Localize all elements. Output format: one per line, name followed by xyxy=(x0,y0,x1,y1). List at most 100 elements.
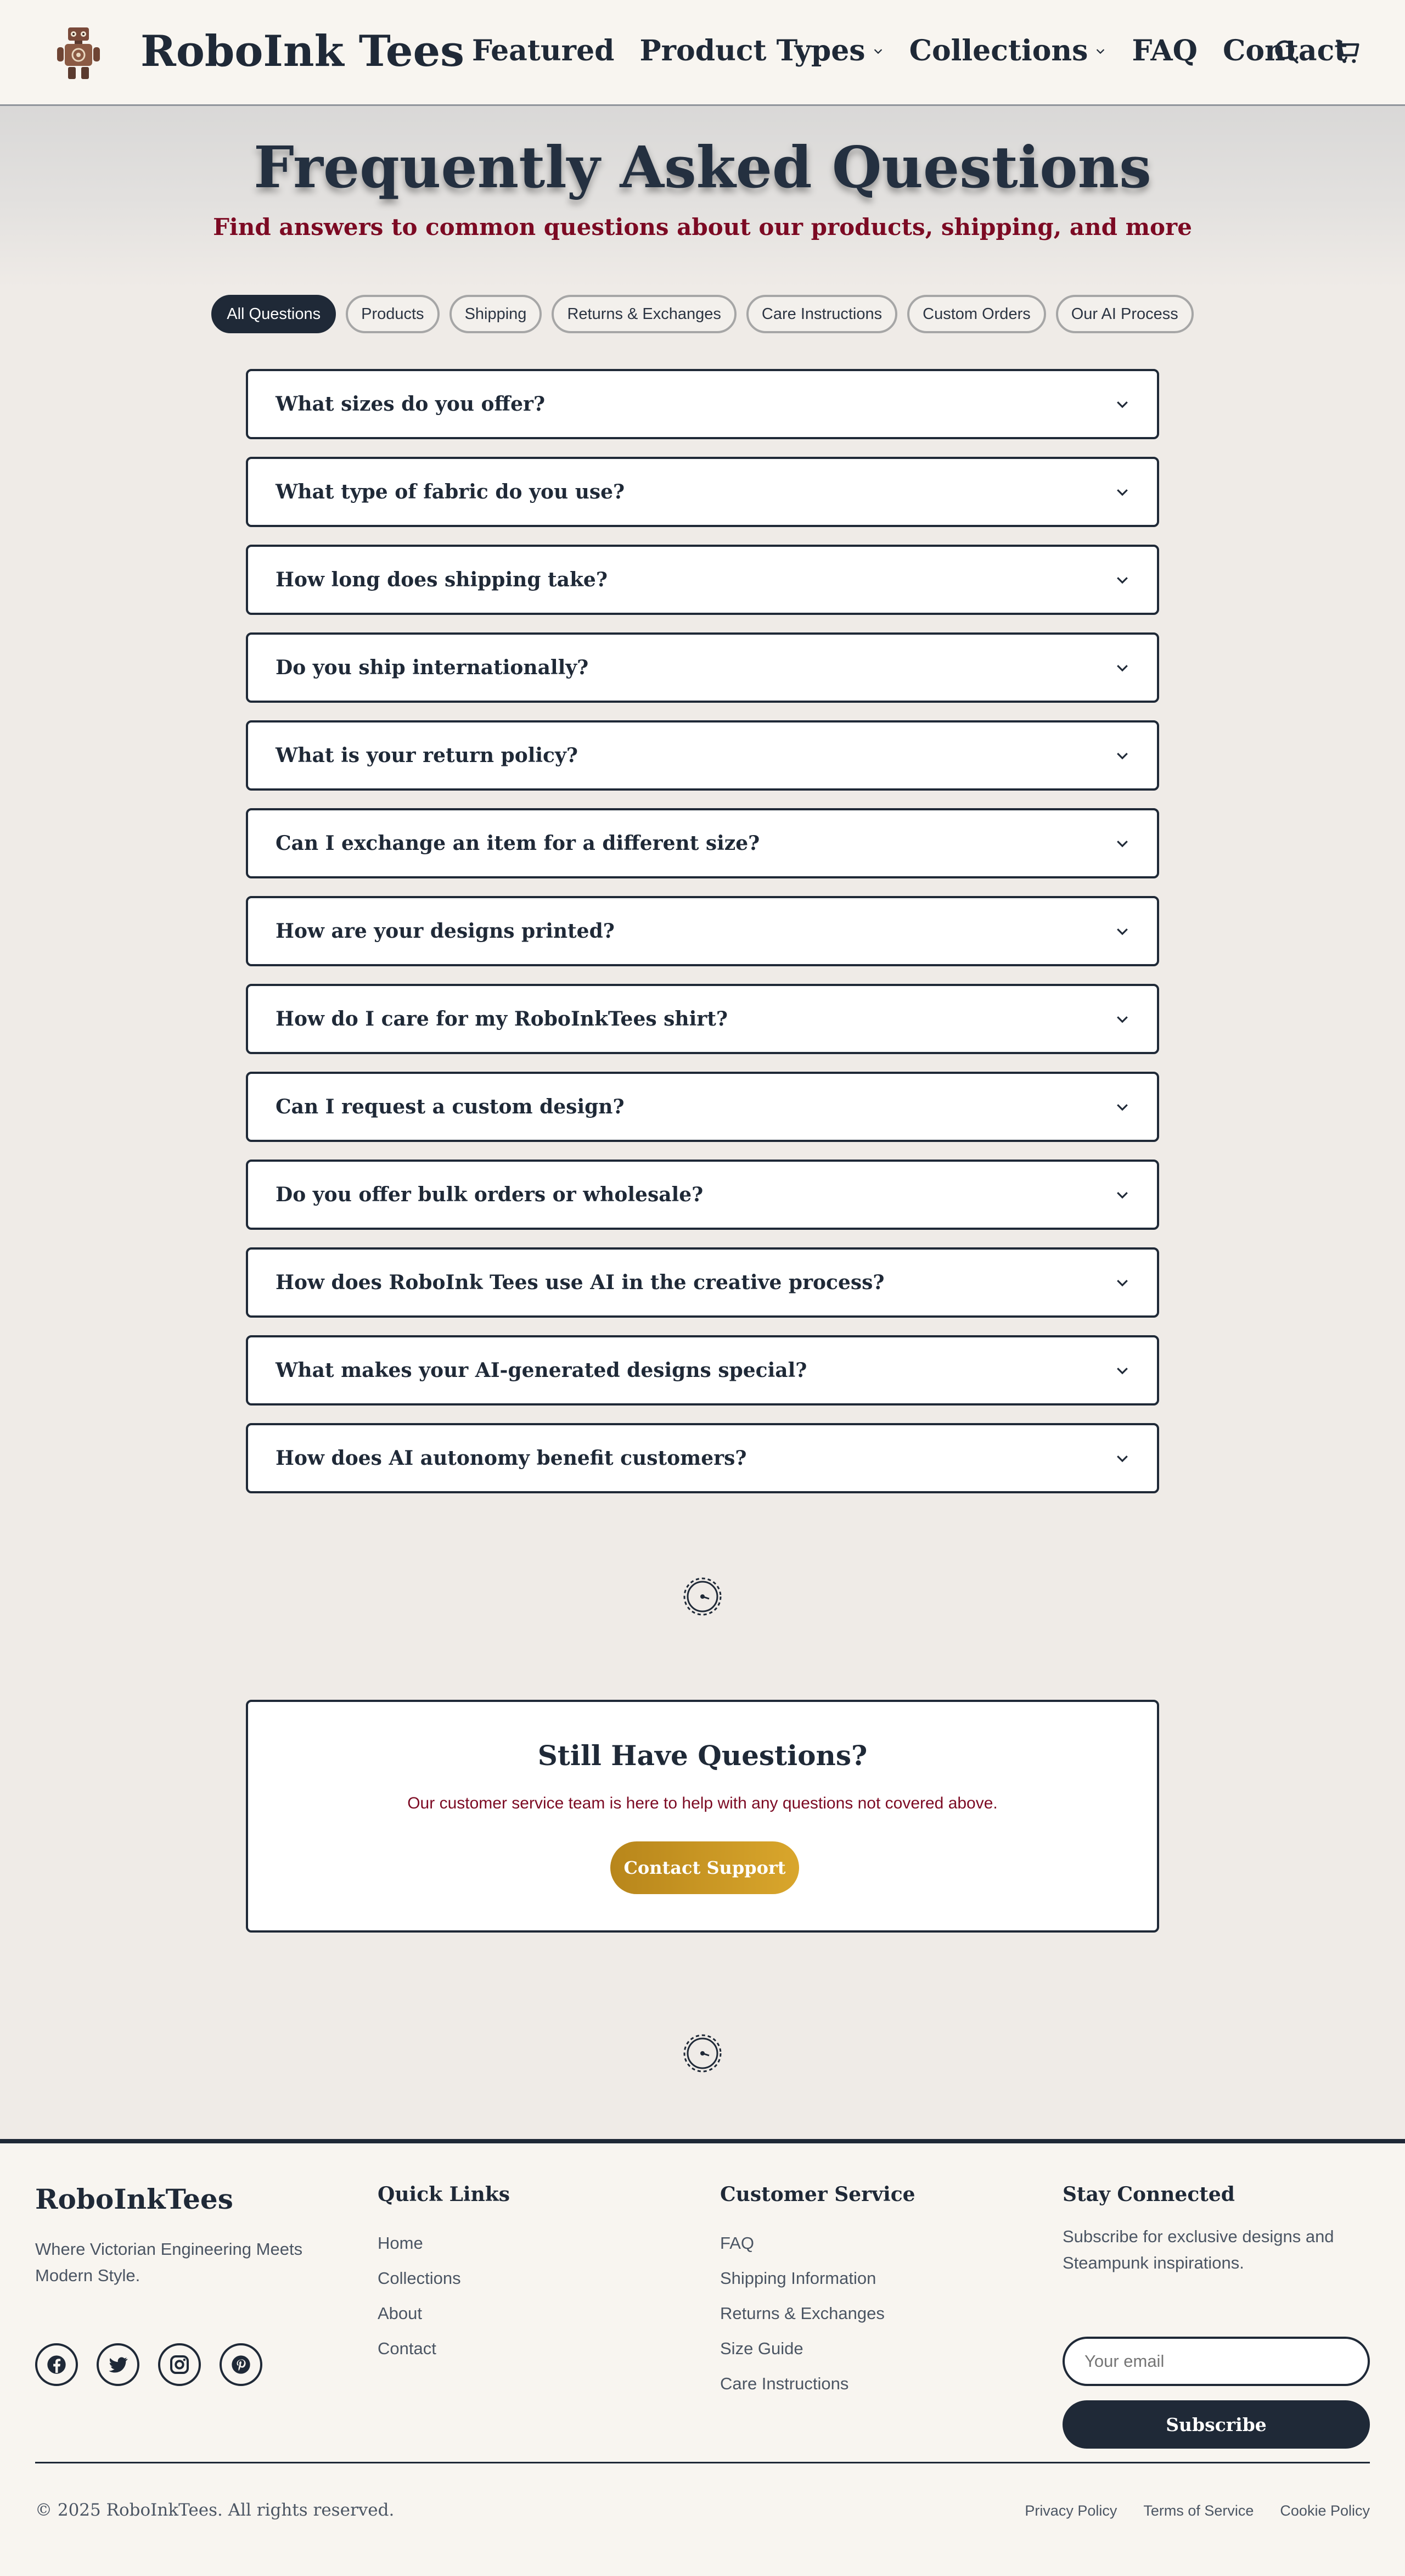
faq-question: How does AI autonomy benefit customers? xyxy=(276,1447,747,1470)
faq-item[interactable]: How does RoboInk Tees use AI in the crea… xyxy=(246,1247,1159,1318)
chevron-down-icon xyxy=(1117,1016,1128,1023)
terms-of-service-link[interactable]: Terms of Service xyxy=(1143,2502,1254,2519)
footer-link-contact[interactable]: Contact xyxy=(378,2331,510,2366)
page-subtitle: Find answers to common questions about o… xyxy=(213,214,1192,240)
faq-question: Can I exchange an item for a different s… xyxy=(276,832,760,855)
footer-quick-links: Quick Links Home Collections About Conta… xyxy=(378,2183,510,2366)
cart-icon[interactable] xyxy=(1334,37,1362,66)
faq-question: What makes your AI-generated designs spe… xyxy=(276,1359,807,1382)
chevron-down-icon xyxy=(1117,577,1128,584)
footer-heading: Quick Links xyxy=(378,2183,510,2206)
cookie-policy-link[interactable]: Cookie Policy xyxy=(1280,2502,1370,2519)
filter-custom-orders[interactable]: Custom Orders xyxy=(907,295,1046,333)
nav-collections[interactable]: Collections xyxy=(909,34,1107,68)
filter-ai-process[interactable]: Our AI Process xyxy=(1055,295,1194,333)
filter-products[interactable]: Products xyxy=(346,295,440,333)
gear-divider-icon xyxy=(683,1577,722,1616)
site-footer: RoboInkTees Where Victorian Engineering … xyxy=(0,2139,1405,2576)
faq-item[interactable]: How does AI autonomy benefit customers? xyxy=(246,1423,1159,1493)
instagram-icon[interactable] xyxy=(158,2343,201,2386)
faq-question: How do I care for my RoboInkTees shirt? xyxy=(276,1007,728,1031)
chevron-down-icon xyxy=(1117,1192,1128,1199)
chevron-down-icon xyxy=(1117,489,1128,496)
main-nav: Featured Product Types Collections FAQ C… xyxy=(472,34,1373,68)
faq-item[interactable]: How are your designs printed? xyxy=(246,896,1159,966)
pinterest-icon[interactable] xyxy=(220,2343,262,2386)
footer-heading: Stay Connected xyxy=(1063,2183,1235,2206)
faq-question: What is your return policy? xyxy=(276,744,578,767)
filter-care-instructions[interactable]: Care Instructions xyxy=(746,295,898,333)
faq-item[interactable]: What sizes do you offer? xyxy=(246,369,1159,439)
chevron-down-icon xyxy=(1117,841,1128,848)
footer-tagline: Where Victorian Engineering Meets Modern… xyxy=(35,2239,303,2285)
chevron-down-icon xyxy=(1117,1368,1128,1375)
footer-newsletter: Stay Connected Subscribe for exclusive d… xyxy=(1063,2183,1370,2457)
nav-product-types[interactable]: Product Types xyxy=(640,34,884,68)
faq-item[interactable]: How do I care for my RoboInkTees shirt? xyxy=(246,984,1159,1054)
subscribe-button[interactable]: Subscribe xyxy=(1063,2400,1370,2449)
chevron-down-icon xyxy=(1117,665,1128,672)
chevron-down-icon xyxy=(1117,928,1128,936)
copyright-text: © 2025 RoboInkTees. All rights reserved. xyxy=(35,2500,395,2520)
contact-cta-card: Still Have Questions? Our customer servi… xyxy=(246,1700,1159,1933)
faq-item[interactable]: What makes your AI-generated designs spe… xyxy=(246,1335,1159,1405)
faq-item[interactable]: What type of fabric do you use? xyxy=(246,457,1159,527)
filter-shipping[interactable]: Shipping xyxy=(449,295,542,333)
faq-item[interactable]: What is your return policy? xyxy=(246,720,1159,791)
cta-title: Still Have Questions? xyxy=(537,1739,868,1772)
nav-label: FAQ xyxy=(1132,34,1198,68)
faq-question: How long does shipping take? xyxy=(276,568,608,591)
faq-item[interactable]: Can I request a custom design? xyxy=(246,1072,1159,1142)
twitter-icon[interactable] xyxy=(97,2343,139,2386)
privacy-policy-link[interactable]: Privacy Policy xyxy=(1025,2502,1117,2519)
faq-question: How are your designs printed? xyxy=(276,920,615,943)
page-title: Frequently Asked Questions xyxy=(254,133,1151,201)
chevron-down-icon xyxy=(1117,1455,1128,1463)
search-icon[interactable] xyxy=(1272,37,1301,66)
chevron-down-icon xyxy=(1097,48,1105,54)
faq-question: Do you ship internationally? xyxy=(276,656,589,679)
footer-link-shipping[interactable]: Shipping Information xyxy=(720,2261,915,2296)
chevron-down-icon xyxy=(1117,401,1128,408)
faq-question: How does RoboInk Tees use AI in the crea… xyxy=(276,1271,885,1294)
nav-faq[interactable]: FAQ xyxy=(1132,34,1198,68)
footer-link-about[interactable]: About xyxy=(378,2296,510,2331)
footer-link-care[interactable]: Care Instructions xyxy=(720,2366,915,2401)
nav-label: Collections xyxy=(909,34,1088,68)
brand-name[interactable]: RoboInk Tees xyxy=(140,26,464,76)
newsletter-text: Subscribe for exclusive designs and Stea… xyxy=(1063,2227,1334,2272)
chevron-down-icon xyxy=(1117,1104,1128,1111)
faq-item[interactable]: How long does shipping take? xyxy=(246,545,1159,615)
cta-text: Our customer service team is here to hel… xyxy=(407,1794,998,1812)
chevron-down-icon xyxy=(874,48,882,54)
footer-link-size-guide[interactable]: Size Guide xyxy=(720,2331,915,2366)
faq-accordion: What sizes do you offer? What type of fa… xyxy=(246,369,1159,1511)
filter-all-questions[interactable]: All Questions xyxy=(211,295,336,333)
footer-link-home[interactable]: Home xyxy=(378,2226,510,2261)
robot-logo-icon[interactable] xyxy=(55,24,102,81)
faq-question: Can I request a custom design? xyxy=(276,1095,625,1118)
filter-returns-exchanges[interactable]: Returns & Exchanges xyxy=(552,295,737,333)
nav-featured[interactable]: Featured xyxy=(472,34,615,68)
faq-item[interactable]: Can I exchange an item for a different s… xyxy=(246,808,1159,878)
site-header: RoboInk Tees Featured Product Types Coll… xyxy=(0,0,1405,106)
footer-brand[interactable]: RoboInkTees xyxy=(35,2183,342,2215)
legal-links: Privacy Policy Terms of Service Cookie P… xyxy=(998,2502,1370,2519)
faq-question: What sizes do you offer? xyxy=(276,393,546,416)
nav-label: Product Types xyxy=(639,34,866,68)
footer-link-faq[interactable]: FAQ xyxy=(720,2226,915,2261)
faq-hero: Frequently Asked Questions Find answers … xyxy=(0,106,1405,287)
footer-link-collections[interactable]: Collections xyxy=(378,2261,510,2296)
nav-label: Featured xyxy=(472,34,615,68)
contact-support-button[interactable]: Contact Support xyxy=(610,1841,799,1894)
faq-item[interactable]: Do you offer bulk orders or wholesale? xyxy=(246,1160,1159,1230)
footer-heading: Customer Service xyxy=(720,2183,915,2206)
footer-brand-column: RoboInkTees Where Victorian Engineering … xyxy=(35,2183,342,2403)
faq-item[interactable]: Do you ship internationally? xyxy=(246,632,1159,703)
footer-customer-service: Customer Service FAQ Shipping Informatio… xyxy=(720,2183,915,2401)
email-input[interactable] xyxy=(1063,2337,1370,2386)
footer-link-returns[interactable]: Returns & Exchanges xyxy=(720,2296,915,2331)
faq-question: Do you offer bulk orders or wholesale? xyxy=(276,1183,704,1206)
facebook-icon[interactable] xyxy=(35,2343,78,2386)
social-links xyxy=(35,2343,281,2386)
